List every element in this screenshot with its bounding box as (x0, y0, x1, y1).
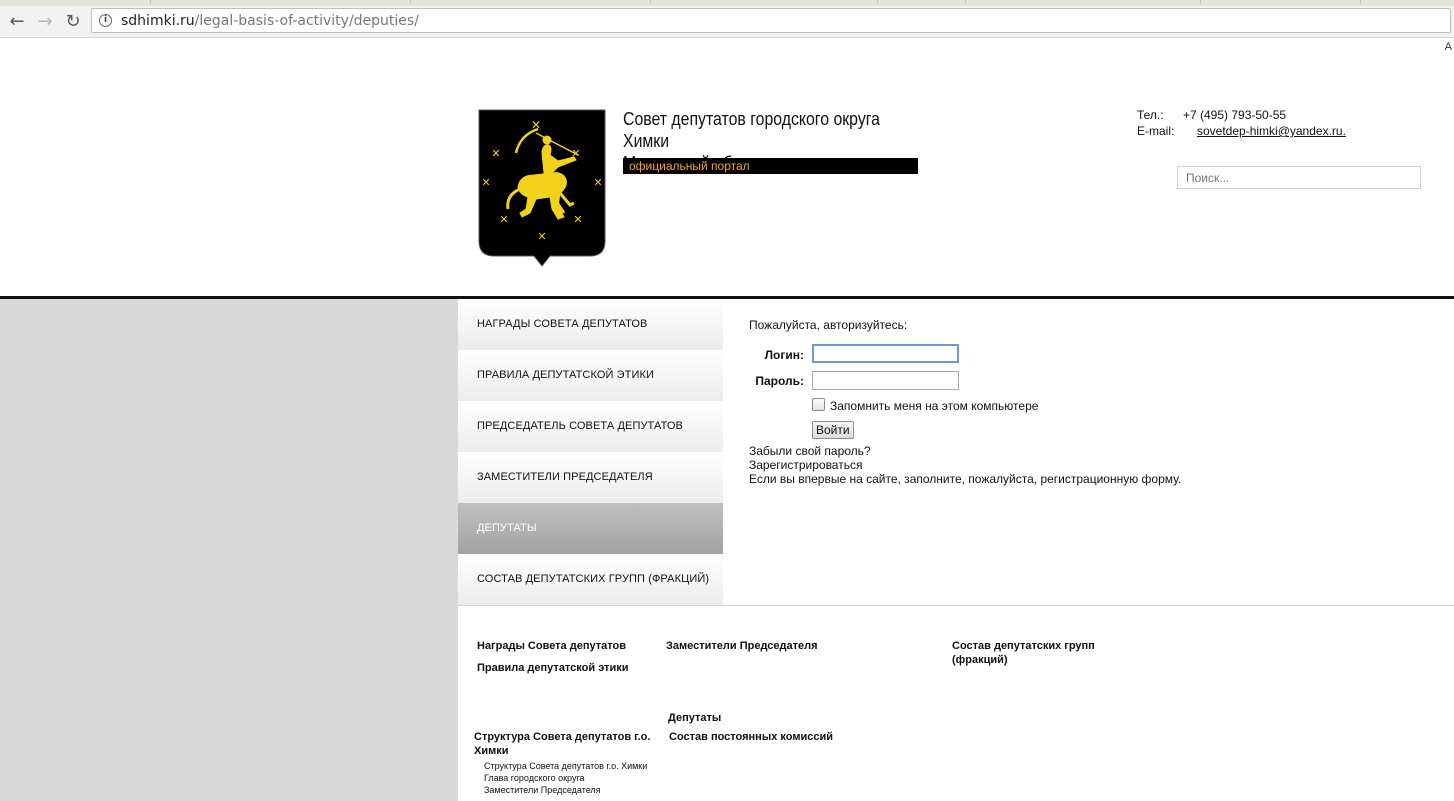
sitemap-link-ethics[interactable]: Правила депутатской этики (477, 661, 629, 675)
login-links: Забыли свой пароль? Зарегистрироваться Е… (749, 444, 1181, 486)
city-emblem-logo: ✕ ✕ ✕ ✕ ✕ ✕ ✕ ✕ (478, 109, 606, 267)
svg-text:✕: ✕ (593, 177, 602, 189)
reload-icon[interactable]: ↻ (60, 9, 86, 35)
sitemap-link-factions[interactable]: Состав депутатских групп (фракций) (952, 639, 1122, 667)
sitemap-link-awards[interactable]: Награды Совета депутатов (477, 639, 626, 653)
sidebar-item-deputies[interactable]: ДЕПУТАТЫ (458, 503, 723, 554)
sitemap-link-deputies[interactable]: Депутаты (668, 711, 721, 725)
register-note: Если вы впервые на сайте, заполните, пож… (749, 472, 1182, 486)
login-prompt: Пожалуйста, авторизуйтесь: (749, 318, 908, 332)
forward-arrow-icon[interactable]: → (32, 9, 58, 35)
svg-text:✕: ✕ (531, 118, 541, 132)
login-input[interactable] (812, 344, 959, 363)
site-title-line1: Совет депутатов городского округа Химки (623, 109, 880, 151)
back-arrow-icon[interactable]: ← (4, 9, 30, 35)
tab-divider (1360, 0, 1361, 4)
remember-label: Запомнить меня на этом компьютере (830, 399, 1039, 413)
info-icon[interactable]: i (99, 14, 112, 27)
tab-divider (410, 0, 411, 4)
remember-checkbox[interactable] (812, 398, 825, 411)
sidebar-item-ethics[interactable]: ПРАВИЛА ДЕПУТАТСКОЙ ЭТИКИ (458, 350, 723, 401)
address-bar[interactable]: i sdhimki.ru/legal-basis-of-activity/dep… (91, 8, 1451, 33)
url-text[interactable]: sdhimki.ru/legal-basis-of-activity/deput… (121, 13, 419, 29)
sitemap-sublink[interactable]: Глава городского округа (484, 772, 585, 784)
phone-label: Тел.: (1137, 108, 1164, 122)
tab-divider (1200, 0, 1201, 4)
sitemap-sublink[interactable]: Заместители Председателя (484, 784, 601, 796)
sidebar-item-factions[interactable]: СОСТАВ ДЕПУТАТСКИХ ГРУПП (ФРАКЦИЙ) (458, 554, 723, 605)
tab-divider (965, 0, 966, 4)
sitemap-sublink[interactable]: Структура Совета депутатов г.о. Химки (484, 760, 647, 772)
login-button[interactable]: Войти (812, 421, 854, 439)
svg-text:✕: ✕ (573, 214, 582, 226)
tab-divider (650, 0, 651, 4)
password-label: Пароль: (755, 374, 804, 388)
search-input[interactable] (1177, 166, 1421, 189)
email-label: E-mail: (1137, 124, 1175, 138)
login-label: Логин: (764, 348, 804, 362)
remember-me[interactable]: Запомнить меня на этом компьютере (812, 398, 1038, 413)
sidebar-item-awards[interactable]: НАГРАДЫ СОВЕТА ДЕПУТАТОВ (458, 299, 723, 350)
contacts-block: Тел.: +7 (495) 793-50-55 E-mail: sovetdep-… (1137, 107, 1346, 139)
left-gray-pane (0, 299, 458, 801)
url-path: /legal-basis-of-activity/deputies/ (194, 13, 419, 29)
svg-text:✕: ✕ (537, 231, 546, 243)
password-input[interactable] (812, 371, 959, 390)
sitemap-link-commissions[interactable]: Состав постоянных комиссий (669, 730, 833, 744)
tab-divider (877, 0, 878, 4)
browser-toolbar: ← → ↻ i sdhimki.ru/legal-basis-of-activi… (0, 6, 1454, 38)
sidebar-menu: НАГРАДЫ СОВЕТА ДЕПУТАТОВ ПРАВИЛА ДЕПУТАТ… (458, 299, 723, 605)
url-host: sdhimki.ru (121, 13, 195, 29)
sitemap-link-deputy-chairs[interactable]: Заместители Председателя (666, 639, 818, 653)
sidebar-item-chairman[interactable]: ПРЕДСЕДАТЕЛЬ СОВЕТА ДЕПУТАТОВ (458, 401, 723, 452)
svg-text:✕: ✕ (481, 177, 490, 189)
register-link[interactable]: Зарегистрироваться (749, 458, 1181, 472)
svg-text:✕: ✕ (571, 148, 580, 160)
tab-divider (150, 0, 151, 4)
sidebar-item-deputy-chairs[interactable]: ЗАМЕСТИТЕЛИ ПРЕДСЕДАТЕЛЯ (458, 452, 723, 503)
svg-text:✕: ✕ (491, 148, 500, 160)
svg-text:✕: ✕ (499, 214, 508, 226)
content-divider (458, 605, 1454, 606)
edge-fragment: A (1444, 41, 1452, 53)
portal-label-bar: официальный портал (623, 158, 918, 174)
phone-number: +7 (495) 793-50-55 (1183, 108, 1287, 122)
sitemap-link-structure[interactable]: Структура Совета депутатов г.о. Химки (474, 730, 669, 758)
forgot-password-link[interactable]: Забыли свой пароль? (749, 444, 1181, 458)
email-link[interactable]: sovetdep-himki@yandex.ru. (1197, 124, 1346, 138)
